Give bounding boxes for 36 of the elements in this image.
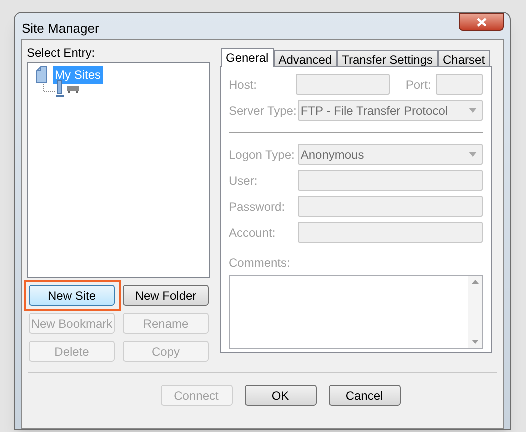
select-entry-label: Select Entry: [27, 45, 96, 62]
dialog-button[interactable]: Cancel [328, 385, 400, 406]
scroll-down-icon[interactable] [472, 340, 478, 344]
field-label: Account: [229, 224, 277, 242]
input-field[interactable] [298, 170, 483, 191]
scroll-up-icon[interactable] [472, 280, 478, 284]
tab[interactable]: Charset [438, 50, 490, 66]
server-type-dropdown[interactable]: FTP - File Transfer Protocol [298, 100, 483, 121]
port-label: Port: [404, 76, 432, 94]
host-label: Host: [229, 76, 258, 94]
dialog-button[interactable]: New Folder [123, 285, 209, 306]
close-button[interactable] [459, 13, 504, 31]
logon-type-dropdown[interactable]: Anonymous [298, 144, 483, 165]
scrollbar[interactable] [468, 276, 482, 348]
server-type-label: Server Type: [229, 102, 298, 120]
port-field[interactable] [436, 74, 483, 95]
logon-type-label: Logon Type: [229, 146, 296, 164]
close-icon [476, 18, 486, 26]
comments-field[interactable] [229, 275, 483, 349]
field-label: Password: [229, 198, 286, 216]
dialog-button[interactable]: New Site [29, 285, 115, 306]
comments-label: Comments: [229, 255, 292, 272]
input-field[interactable] [298, 222, 483, 243]
input-field[interactable] [298, 196, 483, 217]
caret-icon [469, 108, 477, 113]
host-field[interactable] [296, 74, 390, 95]
computer-icon [67, 85, 79, 93]
field-label: User: [229, 172, 259, 190]
tab[interactable]: Advanced [274, 50, 338, 66]
tree-connector-icon [43, 84, 55, 94]
tab[interactable]: Transfer Settings [337, 50, 438, 66]
window-title: Site Manager [22, 20, 100, 38]
caret-icon [469, 152, 477, 157]
tab[interactable]: General [221, 48, 274, 67]
dialog-button[interactable]: OK [244, 385, 316, 406]
server-icon [55, 80, 65, 98]
